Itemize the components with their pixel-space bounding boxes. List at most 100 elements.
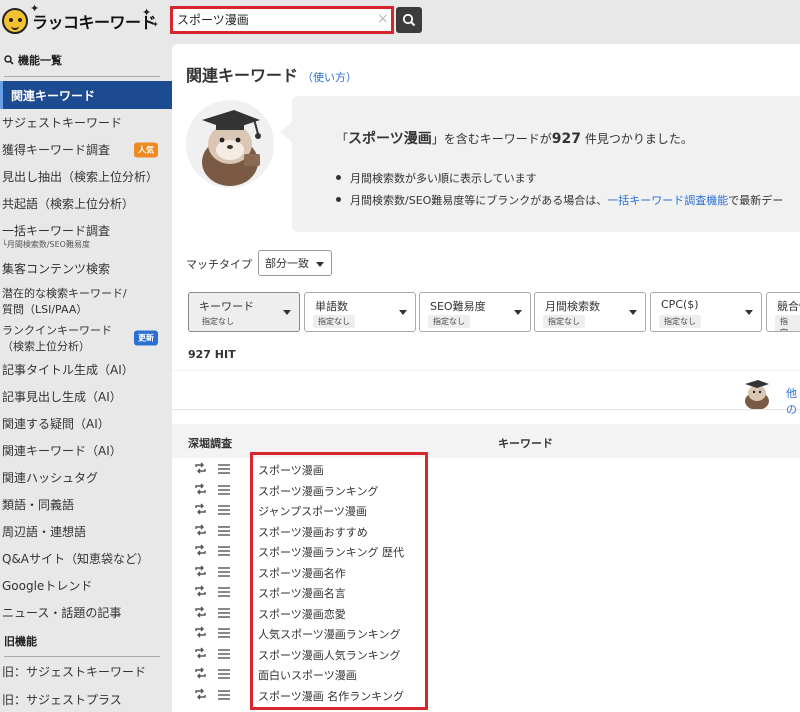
info-box: 「スポーツ漫画」を含むキーワードが927 件見つかりました。 月間検索数が多い順… — [280, 96, 800, 232]
sidebar-item-news[interactable]: ニュース・話題の記事 — [0, 599, 172, 626]
menu-icon[interactable] — [218, 504, 230, 518]
dig-deeper-icon[interactable] — [194, 483, 207, 498]
sidebar-item-label: Q&Aサイト（知恵袋など） — [2, 552, 150, 566]
search-box: × — [170, 6, 394, 34]
sidebar-item-ai-title[interactable]: 記事タイトル生成（AI） — [0, 356, 172, 383]
how-to-link[interactable]: （使い方） — [302, 71, 357, 84]
otter-mascot-icon — [186, 100, 274, 188]
sidebar-item-ai-questions[interactable]: 関連する疑問（AI） — [0, 410, 172, 437]
hit-count: 927 HIT — [188, 348, 236, 361]
note-text: 月間検索数/SEO難易度等にブランクがある場合は、 — [350, 194, 608, 207]
logo[interactable]: ラッコキーワード ✦ ✦ ✦ — [2, 2, 159, 38]
sidebar-item-label: 記事タイトル生成（AI） — [2, 363, 134, 377]
sidebar-item-label: ニュース・話題の記事 — [2, 606, 122, 620]
dig-deeper-icon[interactable] — [194, 544, 207, 559]
bulk-research-link[interactable]: 一括キーワード調査機能 — [607, 194, 728, 207]
sidebar-section-label: 旧機能 — [4, 635, 37, 648]
dig-deeper-icon[interactable] — [194, 667, 207, 682]
filter-seo-difficulty[interactable]: SEO難易度 指定なし — [419, 292, 531, 332]
menu-icon[interactable] — [218, 607, 230, 621]
dig-deeper-icon[interactable] — [194, 524, 207, 539]
sidebar-item-sublabel: 質問（LSI/PAA） — [2, 303, 88, 316]
chevron-down-icon — [399, 310, 407, 315]
other-tools-link[interactable]: 他の — [786, 385, 800, 417]
filter-cpc[interactable]: CPC($) 指定なし — [650, 292, 762, 332]
dig-deeper-icon[interactable] — [194, 503, 207, 518]
sidebar-item-label: Googleトレンド — [2, 579, 93, 593]
sidebar-item-synonyms[interactable]: 類語・同義語 — [0, 491, 172, 518]
popular-badge: 人気 — [134, 142, 158, 157]
sidebar-section-old: 旧機能 — [0, 626, 172, 656]
filter-label: SEO難易度 — [430, 300, 486, 313]
search-input[interactable] — [177, 12, 367, 26]
sidebar-item-label: 見出し抽出（検索上位分析） — [2, 170, 159, 184]
sidebar-item-rank-in[interactable]: ランクインキーワード （検索上位分析） 更新 — [0, 320, 172, 356]
result-summary: 「スポーツ漫画」を含むキーワードが927 件見つかりました。 — [336, 128, 693, 148]
sidebar-item-label: 関連ハッシュタグ — [2, 471, 99, 485]
sidebar-item-ai-keywords[interactable]: 関連キーワード（AI） — [0, 437, 172, 464]
sidebar-item-label: 周辺語・連想語 — [2, 525, 87, 539]
dig-deeper-icon[interactable] — [194, 626, 207, 641]
menu-icon[interactable] — [218, 668, 230, 682]
dig-deeper-icon[interactable] — [194, 647, 207, 662]
sidebar-item-old-suggest-plus[interactable]: 旧：サジェストプラス — [0, 685, 172, 712]
chevron-down-icon — [514, 310, 522, 315]
sidebar-item-hashtags[interactable]: 関連ハッシュタグ — [0, 464, 172, 491]
filter-label: 月間検索数 — [545, 300, 600, 313]
logo-text: ラッコキーワード — [32, 13, 157, 32]
sidebar-item-lsi-paa[interactable]: 潜在的な検索キーワード/ 質問（LSI/PAA） — [0, 282, 172, 320]
filter-word-count[interactable]: 単語数 指定なし — [304, 292, 416, 332]
filter-label: CPC($) — [661, 298, 699, 311]
match-type-select[interactable]: 部分一致 — [258, 250, 332, 276]
sidebar-item-cooccurrence[interactable]: 共起語（検索上位分析） — [0, 190, 172, 217]
chevron-down-icon — [283, 310, 291, 315]
column-header-keyword[interactable]: キーワード — [498, 435, 553, 451]
clear-icon[interactable]: × — [377, 11, 389, 27]
sidebar-item-acquired-keywords[interactable]: 獲得キーワード調査 人気 — [0, 136, 172, 163]
sparkle-icon: ✦ — [142, 6, 152, 19]
filter-chip: 指定なし — [543, 315, 585, 328]
sidebar-item-associations[interactable]: 周辺語・連想語 — [0, 518, 172, 545]
sidebar-item-label: 関連キーワード — [11, 88, 96, 103]
filter-monthly-volume[interactable]: 月間検索数 指定なし — [534, 292, 646, 332]
menu-icon[interactable] — [218, 586, 230, 600]
sidebar-section-label: 機能一覧 — [18, 54, 62, 67]
sidebar-item-content-search[interactable]: 集客コンテンツ検索 — [0, 255, 172, 282]
note-item: 月間検索数が多い順に表示しています — [336, 170, 783, 192]
note-text: で最新デー — [728, 194, 784, 207]
menu-icon[interactable] — [218, 463, 230, 477]
updated-badge: 更新 — [134, 330, 158, 346]
sidebar-item-bulk-research[interactable]: 一括キーワード調査 └月間検索数/SEO難易度 — [0, 217, 172, 255]
sidebar-item-google-trends[interactable]: Googleトレンド — [0, 572, 172, 599]
dig-deeper-icon[interactable] — [194, 606, 207, 621]
sidebar: 機能一覧 関連キーワード サジェストキーワード 獲得キーワード調査 人気 見出し… — [0, 44, 172, 712]
menu-icon[interactable] — [218, 566, 230, 580]
filter-keyword[interactable]: キーワード 指定なし — [188, 292, 300, 332]
note-item: 月間検索数/SEO難易度等にブランクがある場合は、一括キーワード調査機能で最新デ… — [336, 192, 783, 214]
dig-deeper-icon[interactable] — [194, 585, 207, 600]
menu-icon[interactable] — [218, 484, 230, 498]
sidebar-item-qa-sites[interactable]: Q&Aサイト（知恵袋など） — [0, 545, 172, 572]
menu-icon[interactable] — [218, 627, 230, 641]
keyword-highlight-box — [250, 452, 428, 710]
dig-deeper-icon[interactable] — [194, 688, 207, 703]
page-title: 関連キーワード （使い方） — [186, 62, 357, 86]
menu-icon[interactable] — [218, 545, 230, 559]
dig-deeper-icon[interactable] — [194, 565, 207, 580]
sidebar-item-suggest[interactable]: サジェストキーワード — [0, 109, 172, 136]
menu-icon[interactable] — [218, 648, 230, 662]
menu-icon[interactable] — [218, 689, 230, 703]
sidebar-item-sublabel: └月間検索数/SEO難易度 — [2, 240, 90, 249]
otter-logo-icon — [2, 8, 28, 34]
sidebar-item-label: 一括キーワード調査 — [2, 224, 111, 238]
menu-icon[interactable] — [218, 525, 230, 539]
filter-competition[interactable]: 競合性 指定なし — [766, 292, 800, 332]
sidebar-item-old-suggest[interactable]: 旧：サジェストキーワード — [0, 657, 172, 685]
sidebar-item-related-keywords[interactable]: 関連キーワード — [0, 81, 172, 109]
quote-close: 」 — [431, 132, 444, 146]
chevron-down-icon — [745, 310, 753, 315]
sidebar-item-ai-heading[interactable]: 記事見出し生成（AI） — [0, 383, 172, 410]
dig-deeper-icon[interactable] — [194, 462, 207, 477]
sidebar-item-heading-extract[interactable]: 見出し抽出（検索上位分析） — [0, 163, 172, 190]
search-button[interactable] — [396, 7, 422, 33]
